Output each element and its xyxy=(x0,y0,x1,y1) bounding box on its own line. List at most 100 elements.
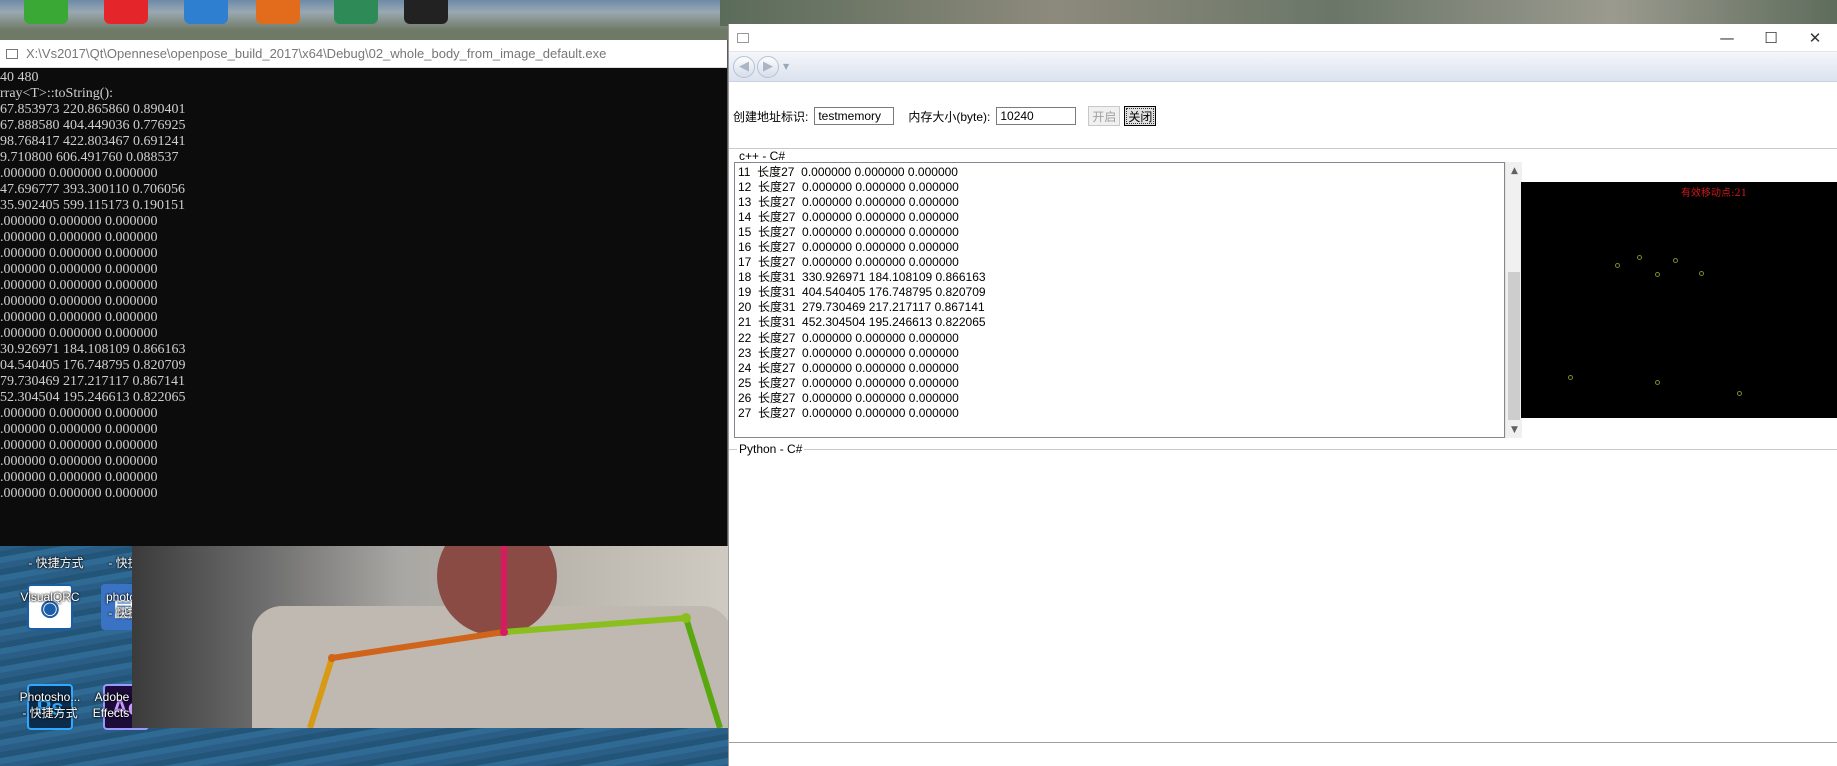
list-item[interactable]: 19 长度31 404.540405 176.748795 0.820709 xyxy=(738,285,1504,300)
console-line: .000000 0.000000 0.000000 xyxy=(0,454,158,469)
desktop-icon-dark-app-icon[interactable] xyxy=(404,0,448,24)
list-item[interactable]: 27 长度27 0.000000 0.000000 0.000000 xyxy=(738,406,1504,421)
group2-label: Python - C# xyxy=(737,442,805,456)
desktop-icon-shield-icon[interactable] xyxy=(184,0,228,24)
app-titlebar[interactable]: — ☐ ✕ xyxy=(729,24,1837,52)
shared-memory-app-window[interactable]: — ☐ ✕ ◀ ▶ ▼ 创建地址标识: 内存大小(byte): 开启 关闭 c+… xyxy=(728,24,1837,766)
skeleton-left-shoulder-line xyxy=(503,615,687,635)
skeleton-left-arm-line xyxy=(683,617,723,728)
skeleton-right-arm-line xyxy=(307,657,335,728)
minimize-button[interactable]: — xyxy=(1705,24,1749,52)
keypoint xyxy=(1655,272,1660,277)
list-item[interactable]: 13 长度27 0.000000 0.000000 0.000000 xyxy=(738,195,1504,210)
keypoint xyxy=(1699,271,1704,276)
console-line: 67.853973 220.865860 0.890401 xyxy=(0,102,186,117)
console-line: 30.926971 184.108109 0.866163 xyxy=(0,342,186,357)
desktop-icon-label[interactable]: VisualQRC xyxy=(10,590,90,605)
desktop-icon-green-app-icon[interactable] xyxy=(24,0,68,24)
keypoint xyxy=(1737,391,1742,396)
list-item[interactable]: 22 长度27 0.000000 0.000000 0.000000 xyxy=(738,331,1504,346)
group1-label: c++ - C# xyxy=(737,149,788,163)
pose-skeleton xyxy=(307,546,723,728)
keypoint-preview-canvas: 有效移动点:21 xyxy=(1521,182,1837,418)
console-line: .000000 0.000000 0.000000 xyxy=(0,246,158,261)
desktop-icon-red-app-icon[interactable] xyxy=(104,0,148,24)
list-item[interactable]: 26 长度27 0.000000 0.000000 0.000000 xyxy=(738,391,1504,406)
console-line: .000000 0.000000 0.000000 xyxy=(0,230,158,245)
console-line: .000000 0.000000 0.000000 xyxy=(0,310,158,325)
keypoint xyxy=(1568,375,1573,380)
list-item[interactable]: 17 长度27 0.000000 0.000000 0.000000 xyxy=(738,255,1504,270)
skeleton-right-shoulder-line xyxy=(331,629,505,661)
console-line: .000000 0.000000 0.000000 xyxy=(0,470,158,485)
app-bottom-border xyxy=(729,742,1837,743)
list-item[interactable]: 14 长度27 0.000000 0.000000 0.000000 xyxy=(738,210,1504,225)
memory-id-input[interactable] xyxy=(814,107,895,125)
console-title: X:\Vs2017\Qt\Opennese\openpose_build_201… xyxy=(26,46,607,61)
keypoint xyxy=(1673,258,1678,263)
console-line: rray<T>::toString(): xyxy=(0,86,113,101)
console-line: 40 480 xyxy=(0,70,39,85)
group2-divider xyxy=(729,449,1837,450)
forward-arrow-icon[interactable]: ▶ xyxy=(757,55,779,78)
wallpaper-mountains xyxy=(720,0,1837,26)
scrollbar-thumb[interactable] xyxy=(1508,272,1520,420)
console-line: .000000 0.000000 0.000000 xyxy=(0,214,158,229)
console-line: 04.540405 176.748795 0.820709 xyxy=(0,358,186,373)
list-item[interactable]: 24 长度27 0.000000 0.000000 0.000000 xyxy=(738,361,1504,376)
list-item[interactable]: 16 长度27 0.000000 0.000000 0.000000 xyxy=(738,240,1504,255)
list-item[interactable]: 25 长度27 0.000000 0.000000 0.000000 xyxy=(738,376,1504,391)
keypoint xyxy=(1637,255,1642,260)
list-item[interactable]: 23 长度27 0.000000 0.000000 0.000000 xyxy=(738,346,1504,361)
shared-memory-toolbar: 创建地址标识: 内存大小(byte): 开启 关闭 xyxy=(733,106,1157,126)
listbox-scrollbar[interactable]: ▲ ▼ xyxy=(1505,162,1522,438)
console-line: .000000 0.000000 0.000000 xyxy=(0,278,158,293)
open-button[interactable]: 开启 xyxy=(1088,106,1121,126)
list-item[interactable]: 21 长度31 452.304504 195.246613 0.822065 xyxy=(738,315,1504,330)
list-item[interactable]: 18 长度31 330.926971 184.108109 0.866163 xyxy=(738,270,1504,285)
keypoint xyxy=(1655,380,1660,385)
maximize-button[interactable]: ☐ xyxy=(1749,24,1793,52)
list-item[interactable]: 12 长度27 0.000000 0.000000 0.000000 xyxy=(738,180,1504,195)
app-window-icon[interactable] xyxy=(737,32,749,43)
back-arrow-icon[interactable]: ◀ xyxy=(733,55,755,78)
skeleton-right-shoulder-joint xyxy=(328,654,336,662)
console-line: 35.902405 599.115173 0.190151 xyxy=(0,198,185,213)
console-window-icon xyxy=(6,48,18,59)
close-window-button[interactable]: ✕ xyxy=(1793,24,1837,52)
list-item[interactable]: 15 长度27 0.000000 0.000000 0.000000 xyxy=(738,225,1504,240)
desktop-icon-triangle-icon[interactable] xyxy=(334,0,378,24)
skeleton-neck-joint xyxy=(500,628,508,636)
openpose-render-window xyxy=(132,546,730,728)
scroll-up-icon[interactable]: ▲ xyxy=(1506,162,1523,179)
close-button[interactable]: 关闭 xyxy=(1124,106,1157,126)
console-line: .000000 0.000000 0.000000 xyxy=(0,262,158,277)
preview-point-count: 有效移动点:21 xyxy=(1681,188,1748,199)
cpp-data-listbox[interactable]: 11 长度27 0.000000 0.000000 0.000000 12 长度2… xyxy=(734,162,1505,438)
memory-size-label: 内存大小(byte): xyxy=(908,109,991,124)
console-line: .000000 0.000000 0.000000 xyxy=(0,326,158,341)
list-item[interactable]: 11 长度27 0.000000 0.000000 0.000000 xyxy=(738,165,1504,180)
history-dropdown-icon[interactable]: ▼ xyxy=(783,62,789,71)
desktop-icon-label[interactable]: Photosho... xyxy=(10,690,90,705)
console-line: .000000 0.000000 0.000000 xyxy=(0,166,158,181)
console-titlebar[interactable]: X:\Vs2017\Qt\Opennese\openpose_build_201… xyxy=(0,40,727,68)
console-line: 67.888580 404.449036 0.776925 xyxy=(0,118,186,133)
console-line: 52.304504 195.246613 0.822065 xyxy=(0,390,186,405)
scroll-down-icon[interactable]: ▼ xyxy=(1506,421,1523,438)
console-line: .000000 0.000000 0.000000 xyxy=(0,486,158,501)
memory-id-label: 创建地址标识: xyxy=(733,109,809,124)
desktop-icon-label[interactable]: - 快捷方式 xyxy=(10,706,90,721)
list-item[interactable]: 20 长度31 279.730469 217.217117 0.867141 xyxy=(738,300,1504,315)
console-line: .000000 0.000000 0.000000 xyxy=(0,438,158,453)
memory-size-input[interactable] xyxy=(996,107,1077,125)
keypoint xyxy=(1615,263,1620,268)
desktop-icon-office-icon[interactable] xyxy=(256,0,300,24)
cpp-data-lines: 11 长度27 0.000000 0.000000 0.000000 12 长度2… xyxy=(735,163,1504,421)
console-line: .000000 0.000000 0.000000 xyxy=(0,422,158,437)
console-line: .000000 0.000000 0.000000 xyxy=(0,294,158,309)
console-window[interactable]: X:\Vs2017\Qt\Opennese\openpose_build_201… xyxy=(0,40,728,546)
console-line: .000000 0.000000 0.000000 xyxy=(0,406,158,421)
console-line: 79.730469 217.217117 0.867141 xyxy=(0,374,185,389)
console-line: 98.768417 422.803467 0.691241 xyxy=(0,134,186,149)
